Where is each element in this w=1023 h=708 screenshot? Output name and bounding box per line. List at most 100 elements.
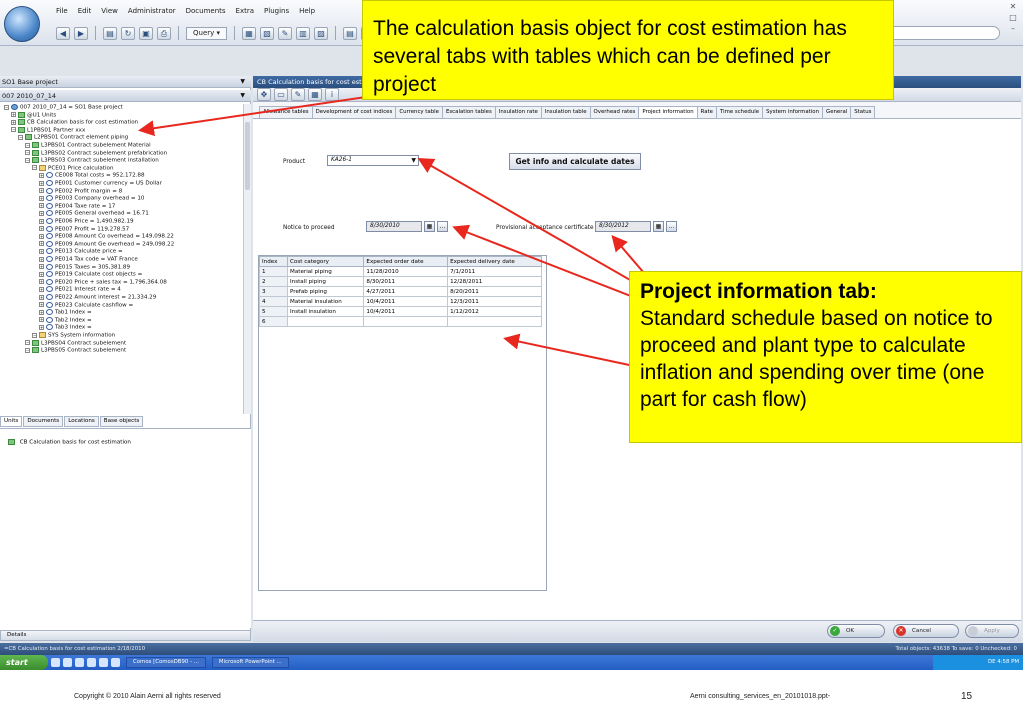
tab-locations[interactable]: Locations [64, 416, 99, 427]
folder-icon[interactable]: ▭ [274, 88, 288, 101]
tree-item[interactable]: − L3PBS03 Contract subelement installatio… [25, 157, 159, 165]
expand-toggle-icon[interactable]: + [39, 233, 44, 239]
table-row[interactable]: 6 [259, 316, 542, 327]
project-selector[interactable]: SO1 Base project ▼ [0, 76, 251, 88]
navigate-icon[interactable]: ✥ [257, 88, 271, 101]
calendar-icon[interactable]: ▦ [424, 221, 435, 232]
task-powerpoint[interactable]: Microsoft PowerPoint ... [211, 657, 289, 668]
menu-edit[interactable]: Edit [78, 7, 92, 15]
grid-cell[interactable]: 1/12/2012 [447, 306, 542, 317]
grid-column-header[interactable]: Cost category [286, 256, 365, 267]
table-row[interactable]: 4 Material insulation 10/4/2011 12/3/2011 [259, 296, 542, 307]
tree-item[interactable]: − L3PBS01 Contract subelement Material [25, 142, 151, 150]
tab-documents[interactable]: Documents [23, 416, 64, 427]
expand-toggle-icon[interactable]: − [4, 104, 9, 110]
expand-toggle-icon[interactable]: + [39, 172, 44, 178]
tree-item[interactable]: − PCE01 Price calculation [32, 164, 114, 173]
expand-toggle-icon[interactable]: − [25, 157, 30, 163]
start-button[interactable]: start [0, 655, 48, 670]
expand-toggle-icon[interactable]: − [25, 150, 30, 156]
expand-toggle-icon[interactable]: − [25, 347, 30, 353]
tree-item[interactable]: + PE022 Amount interest = 21,334.29 [39, 294, 156, 302]
tree-item[interactable]: + PE019 Calculate cost objects = [39, 271, 142, 279]
chevron-down-icon[interactable]: ▼ [240, 90, 245, 102]
expand-toggle-icon[interactable]: + [39, 302, 44, 308]
tool-icon[interactable]: ▧ [260, 26, 275, 40]
tree-item[interactable]: + PE023 Calculate cashflow = [39, 301, 133, 310]
expand-toggle-icon[interactable]: + [39, 248, 44, 254]
grid-cell[interactable]: 8/20/2011 [447, 286, 542, 297]
get-info-calculate-button[interactable]: Get info and calculate dates [509, 153, 641, 170]
notice-to-proceed-field[interactable]: 8/30/2010 [366, 221, 422, 232]
tree-item[interactable]: − 007 2010_07_14 = SO1 Base project [4, 104, 123, 112]
expand-toggle-icon[interactable]: + [39, 317, 44, 323]
grid-cell[interactable] [447, 316, 542, 327]
menu-file[interactable]: File [56, 7, 68, 15]
tree-item[interactable]: − L1PBS01 Partner xxx [11, 126, 85, 135]
tab-development-of-cost-indices[interactable]: Development of cost indices [311, 106, 397, 118]
quicklaunch-icon[interactable] [51, 658, 60, 667]
list-item[interactable]: CB Calculation basis for cost estimation [8, 439, 131, 446]
expand-toggle-icon[interactable]: − [25, 340, 30, 346]
cancel-button[interactable]: ✕ Cancel [893, 624, 959, 638]
tool-icon[interactable]: ✎ [278, 26, 293, 40]
scrollbar-thumb[interactable] [245, 122, 250, 190]
expand-toggle-icon[interactable]: − [25, 142, 30, 148]
expand-toggle-icon[interactable]: − [18, 134, 23, 140]
tree-item[interactable]: + CE008 Total costs = 952,172.88 [39, 172, 145, 180]
tree-item[interactable]: + PE007 Profit = 119,278.57 [39, 225, 129, 234]
grid-cell[interactable] [363, 316, 449, 327]
expand-toggle-icon[interactable]: + [39, 218, 44, 224]
tool-icon[interactable]: ▨ [314, 26, 329, 40]
expand-toggle-icon[interactable]: + [39, 294, 44, 300]
expand-toggle-icon[interactable]: + [11, 112, 16, 118]
tab-units[interactable]: Units [0, 416, 23, 427]
task-comos[interactable]: Comos [ComosDB90 - ... [126, 657, 206, 668]
provisional-acceptance-field[interactable]: 8/30/2012 [595, 221, 651, 232]
grid-cell[interactable]: 8/30/2011 [363, 276, 449, 287]
quicklaunch-icon[interactable] [63, 658, 72, 667]
tree-item[interactable]: + CB Calculation basis for cost estimatio… [11, 119, 138, 127]
grid-cell[interactable]: Install piping [286, 276, 365, 287]
grid-column-header[interactable]: Index [259, 256, 288, 267]
tree-item[interactable]: + PE013 Calculate price = [39, 248, 123, 256]
expand-toggle-icon[interactable]: + [39, 309, 44, 315]
back-icon[interactable]: ◀ [56, 26, 70, 40]
table-row[interactable]: 3 Prefab piping 4/27/2011 8/20/2011 [259, 286, 542, 297]
notice-browse-button[interactable]: ... [437, 221, 448, 232]
app-logo[interactable] [4, 6, 40, 42]
tab-status[interactable]: Status [850, 106, 876, 118]
grid-cell[interactable]: Material insulation [286, 296, 365, 307]
menu-help[interactable]: Help [299, 7, 315, 15]
tab-system-information[interactable]: System information [762, 106, 824, 118]
chevron-down-icon[interactable]: ▼ [240, 76, 245, 88]
tree-item[interactable]: + PE008 Amount Co overhead = 149,098.22 [39, 233, 174, 241]
quicklaunch-icon[interactable] [99, 658, 108, 667]
tree-scrollbar[interactable] [243, 104, 251, 414]
tab-project-information[interactable]: Project information [638, 106, 698, 118]
expand-toggle-icon[interactable]: + [39, 180, 44, 186]
quicklaunch-icon[interactable] [75, 658, 84, 667]
grid-cell[interactable]: 3 [259, 286, 288, 297]
save-icon[interactable]: ▣ [139, 26, 153, 40]
menu-documents[interactable]: Documents [186, 7, 226, 15]
tab-time-schedule[interactable]: Time schedule [716, 106, 764, 118]
edit-icon[interactable]: ✎ [291, 88, 305, 101]
refresh-icon[interactable]: ↻ [121, 26, 135, 40]
quicklaunch-icon[interactable] [87, 658, 96, 667]
tree-item[interactable]: + PE015 Taxes = 305,381.89 [39, 263, 130, 272]
print-icon[interactable]: ⎙ [157, 26, 171, 40]
tool-icon[interactable]: ▤ [343, 26, 358, 40]
object-tree[interactable]: − 007 2010_07_14 = SO1 Base project + @U1 U… [0, 104, 243, 414]
expand-toggle-icon[interactable]: + [39, 324, 44, 330]
expand-toggle-icon[interactable]: + [11, 119, 16, 125]
calendar-icon[interactable]: ▦ [653, 221, 664, 232]
tab-insulation-table[interactable]: Insulation table [540, 106, 591, 118]
tree-item[interactable]: − L2PBS01 Contract element piping [18, 134, 128, 142]
product-select[interactable]: KA26-1 ▼ [327, 155, 419, 166]
grid-cell[interactable]: 2 [259, 276, 288, 287]
expand-toggle-icon[interactable]: − [32, 165, 37, 171]
tree-item[interactable]: + PE014 Tax code = VAT France [39, 256, 138, 264]
tree-item[interactable]: + PE006 Price = 1,490,982.19 [39, 218, 134, 226]
minimize-icon[interactable]: – [1007, 24, 1019, 34]
